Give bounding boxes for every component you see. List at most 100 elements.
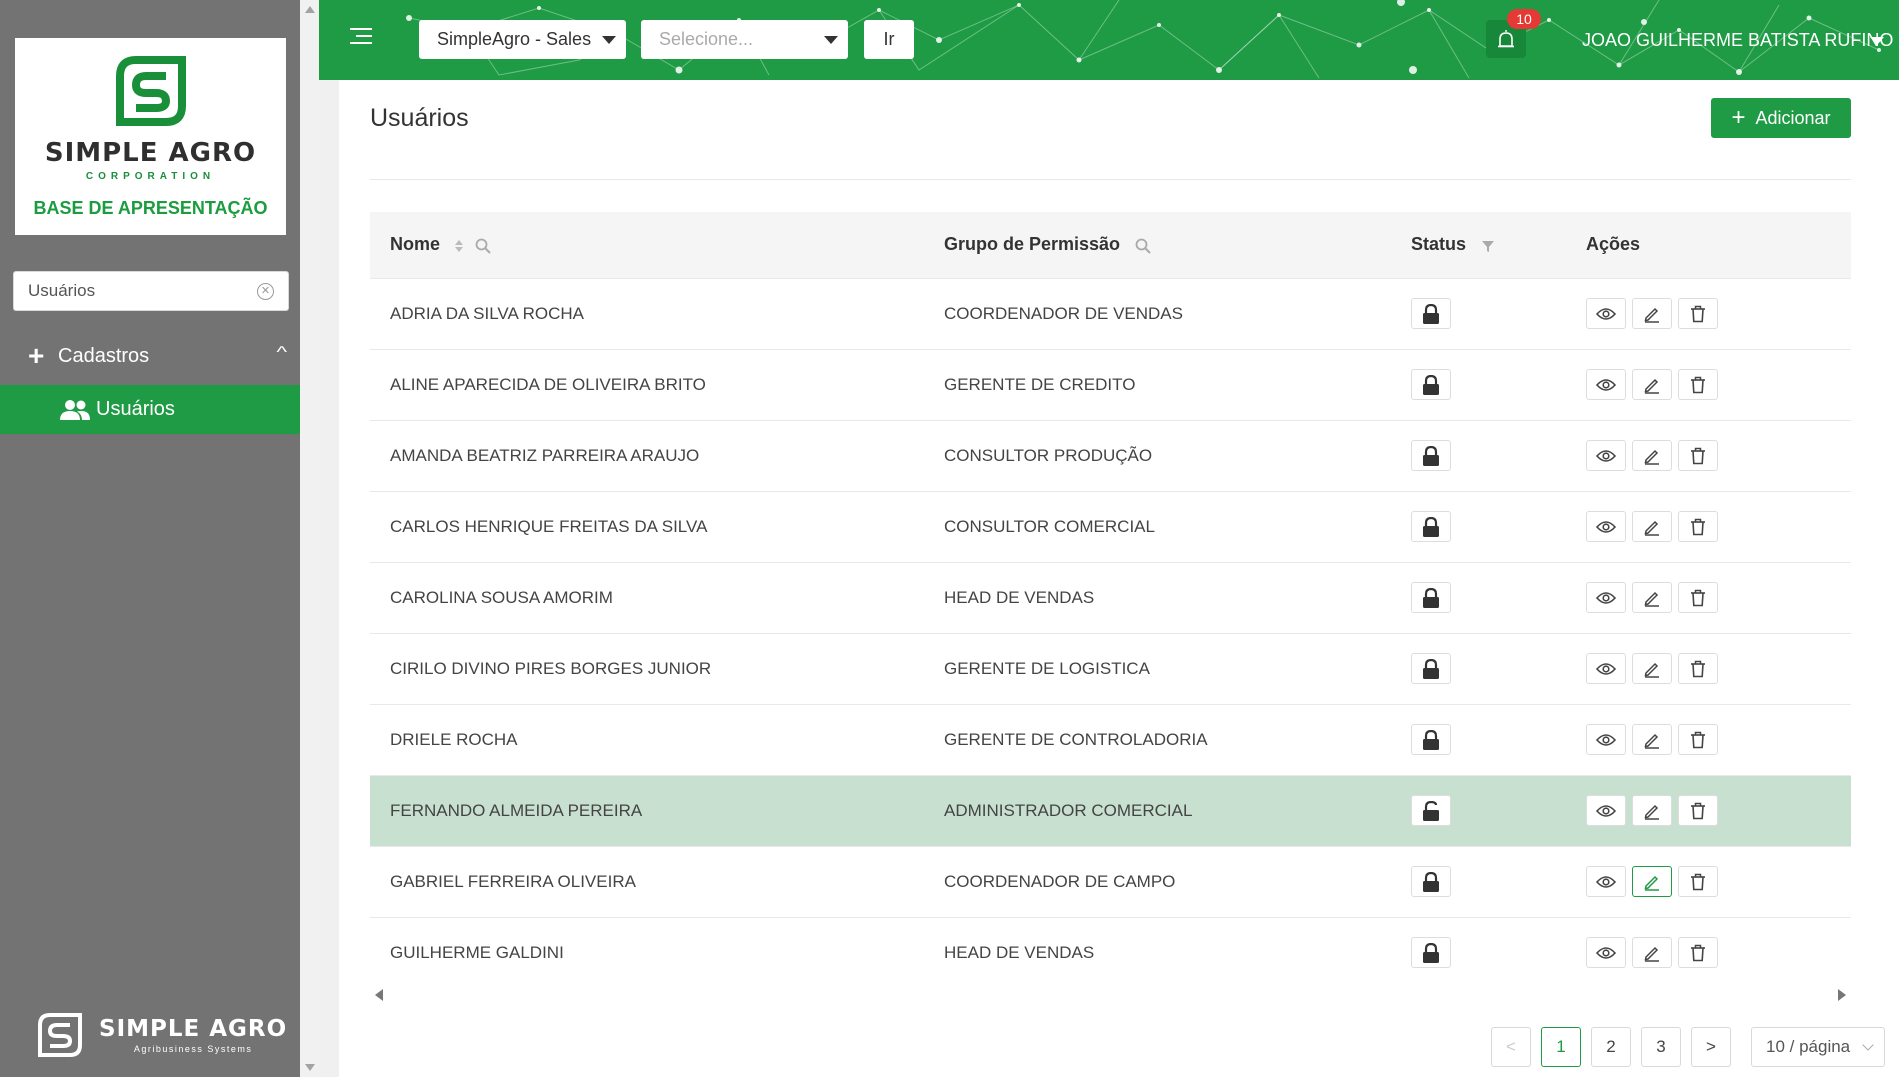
view-button[interactable]	[1586, 795, 1626, 826]
status-toggle-button[interactable]	[1411, 866, 1451, 897]
cell-status	[1391, 917, 1566, 988]
delete-button[interactable]	[1678, 369, 1718, 400]
table-row[interactable]: CIRILO DIVINO PIRES BORGES JUNIOR GERENTE…	[370, 633, 1851, 704]
caret-down-icon[interactable]	[1870, 37, 1884, 45]
table-row[interactable]: CAROLINA SOUSA AMORIM HEAD DE VENDAS	[370, 562, 1851, 633]
horizontal-scrollbar[interactable]	[370, 986, 1851, 1002]
cell-group: COORDENADOR DE VENDAS	[944, 303, 1183, 323]
trash-icon	[1691, 873, 1705, 890]
view-button[interactable]	[1586, 511, 1626, 542]
search-icon[interactable]	[1135, 238, 1151, 254]
eye-icon	[1596, 449, 1616, 462]
menu-search: ✕	[13, 271, 289, 311]
view-button[interactable]	[1586, 369, 1626, 400]
page-3-button[interactable]: 3	[1641, 1027, 1681, 1067]
cell-group: GERENTE DE LOGISTICA	[944, 658, 1150, 678]
go-button[interactable]: Ir	[864, 20, 914, 59]
table-row[interactable]: GABRIEL FERREIRA OLIVEIRA COORDENADOR DE …	[370, 846, 1851, 917]
status-toggle-button[interactable]	[1411, 582, 1451, 613]
next-page-button[interactable]: >	[1691, 1027, 1731, 1067]
delete-button[interactable]	[1678, 724, 1718, 755]
table-row[interactable]: CARLOS HENRIQUE FREITAS DA SILVA CONSULTO…	[370, 491, 1851, 562]
cell-name: CIRILO DIVINO PIRES BORGES JUNIOR	[390, 658, 712, 678]
status-toggle-button[interactable]	[1411, 298, 1451, 329]
delete-button[interactable]	[1678, 582, 1718, 613]
status-toggle-button[interactable]	[1411, 440, 1451, 471]
view-button[interactable]	[1586, 440, 1626, 471]
view-button[interactable]	[1586, 937, 1626, 969]
scroll-left-arrow[interactable]	[375, 989, 383, 1001]
edit-button[interactable]	[1632, 440, 1672, 471]
status-toggle-button[interactable]	[1411, 937, 1451, 969]
status-toggle-button[interactable]	[1411, 511, 1451, 542]
table-row[interactable]: ADRIA DA SILVA ROCHA COORDENADOR DE VENDA…	[370, 278, 1851, 349]
search-icon[interactable]	[475, 238, 491, 254]
page-1-button[interactable]: 1	[1541, 1027, 1581, 1067]
eye-icon	[1596, 946, 1616, 959]
menu-toggle-icon[interactable]	[350, 28, 372, 46]
sidebar-item-usuarios[interactable]: Usuários	[0, 385, 300, 434]
table-row[interactable]: FERNANDO ALMEIDA PEREIRA ADMINISTRADOR CO…	[370, 775, 1851, 846]
edit-button[interactable]	[1632, 795, 1672, 826]
delete-button[interactable]	[1678, 795, 1718, 826]
add-button-label: Adicionar	[1755, 107, 1831, 128]
edit-icon	[1644, 804, 1659, 820]
cell-name: CARLOS HENRIQUE FREITAS DA SILVA	[390, 516, 708, 536]
trash-icon	[1691, 589, 1705, 606]
table-row[interactable]: GUILHERME GALDINI HEAD DE VENDAS	[370, 917, 1851, 988]
status-toggle-button[interactable]	[1411, 795, 1451, 826]
table-row[interactable]: AMANDA BEATRIZ PARREIRA ARAUJO CONSULTOR …	[370, 420, 1851, 491]
delete-button[interactable]	[1678, 511, 1718, 542]
cell-status	[1391, 846, 1566, 917]
edit-icon	[1644, 520, 1659, 536]
status-toggle-button[interactable]	[1411, 653, 1451, 684]
user-menu[interactable]: JOAO GUILHERME BATISTA RUFINO	[1582, 30, 1893, 51]
sidebar-scrollbar[interactable]	[300, 0, 319, 1077]
view-button[interactable]	[1586, 653, 1626, 684]
view-button[interactable]	[1586, 298, 1626, 329]
delete-button[interactable]	[1678, 298, 1718, 329]
company-select[interactable]: SimpleAgro - Sales	[419, 20, 626, 59]
edit-icon	[1644, 449, 1659, 465]
add-user-button[interactable]: + Adicionar	[1711, 98, 1851, 138]
delete-button[interactable]	[1678, 866, 1718, 897]
eye-icon	[1596, 378, 1616, 391]
edit-button[interactable]	[1632, 724, 1672, 755]
trash-icon	[1691, 660, 1705, 677]
edit-icon	[1644, 378, 1659, 394]
page-size-select[interactable]: 10 / página	[1751, 1027, 1885, 1067]
edit-button[interactable]	[1632, 866, 1672, 897]
view-button[interactable]	[1586, 582, 1626, 613]
clear-search-icon[interactable]: ✕	[257, 283, 274, 300]
filter-icon[interactable]	[1481, 239, 1495, 253]
edit-button[interactable]	[1632, 298, 1672, 329]
page-2-button[interactable]: 2	[1591, 1027, 1631, 1067]
edit-button[interactable]	[1632, 511, 1672, 542]
cell-name: CAROLINA SOUSA AMORIM	[390, 587, 613, 607]
menu-group-cadastros[interactable]: + Cadastros ^	[0, 336, 300, 376]
scroll-up-arrow[interactable]	[305, 6, 315, 13]
view-button[interactable]	[1586, 866, 1626, 897]
edit-button[interactable]	[1632, 653, 1672, 684]
status-toggle-button[interactable]	[1411, 724, 1451, 755]
scroll-right-arrow[interactable]	[1838, 989, 1846, 1001]
sort-icon[interactable]	[455, 239, 465, 252]
view-button[interactable]	[1586, 724, 1626, 755]
cell-actions	[1566, 562, 1851, 633]
delete-button[interactable]	[1678, 937, 1718, 969]
prev-page-button[interactable]: <	[1491, 1027, 1531, 1067]
table-row[interactable]: DRIELE ROCHA GERENTE DE CONTROLADORIA	[370, 704, 1851, 775]
edit-button[interactable]	[1632, 937, 1672, 969]
eye-icon	[1596, 733, 1616, 746]
edit-button[interactable]	[1632, 582, 1672, 613]
cell-group: GERENTE DE CONTROLADORIA	[944, 729, 1208, 749]
edit-button[interactable]	[1632, 369, 1672, 400]
delete-button[interactable]	[1678, 653, 1718, 684]
delete-button[interactable]	[1678, 440, 1718, 471]
secondary-select[interactable]: Selecione...	[641, 20, 848, 59]
column-header-group: Grupo de Permissão	[924, 212, 1391, 278]
status-toggle-button[interactable]	[1411, 369, 1451, 400]
scroll-down-arrow[interactable]	[305, 1064, 315, 1071]
table-row[interactable]: ALINE APARECIDA DE OLIVEIRA BRITO GERENTE…	[370, 349, 1851, 420]
menu-search-input[interactable]	[14, 272, 234, 310]
